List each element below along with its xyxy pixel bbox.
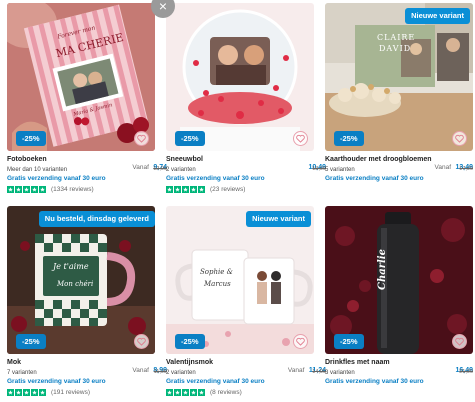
price-prefix: Vanaf <box>287 367 305 374</box>
old-price: 13,99 <box>312 166 326 172</box>
price-prefix: Vanaf <box>434 164 452 171</box>
star-icon <box>7 185 14 193</box>
shipping-info: Gratis verzending vanaf 30 euro <box>7 378 106 385</box>
shipping-info: Gratis verzending vanaf 30 euro <box>325 175 424 182</box>
new-variant-badge: Nieuwe variant <box>246 211 311 227</box>
discount-badge: -25% <box>16 333 46 349</box>
bottle-image <box>325 206 473 354</box>
product-image[interactable]: -25% <box>166 3 314 151</box>
product-image[interactable]: Je t'aime Mon chéri Nu besteld, dinsdag … <box>7 206 155 354</box>
heart-icon[interactable] <box>134 131 149 146</box>
shipping-info: Gratis verzending vanaf 30 euro <box>325 378 424 385</box>
star-icon <box>31 388 38 396</box>
product-info: Mok Vanaf 8,99 11,99 7 varianten Gratis … <box>7 359 167 397</box>
mug-text-1: Je t'aime <box>53 262 89 271</box>
price-prefix: Vanaf <box>132 367 149 374</box>
review-count[interactable]: (8 reviews) <box>210 389 242 396</box>
product-info: Drinkfles met naam 16,49 21,99 3 variant… <box>325 359 473 387</box>
old-price: 17,99 <box>459 166 473 172</box>
heart-icon[interactable] <box>293 131 308 146</box>
star-icon <box>39 388 46 396</box>
star-icon <box>190 185 197 193</box>
star-icon <box>39 185 46 193</box>
product-title[interactable]: Drinkfles met naam <box>325 359 390 366</box>
card-text-2: DAVID <box>379 44 412 53</box>
product-image[interactable]: Sophie & Marcus Nieuwe variant -25% <box>166 206 314 354</box>
star-icon <box>190 388 197 396</box>
star-icon <box>182 185 189 193</box>
old-price: 21,99 <box>459 369 473 375</box>
card-text-1: CLAIRE <box>377 33 416 42</box>
bottle-text: Charlie <box>377 249 388 290</box>
star-icon <box>182 388 189 396</box>
heart-icon[interactable] <box>452 131 467 146</box>
star-icon <box>198 388 205 396</box>
trustpilot-rating: (8 reviews) <box>166 387 326 397</box>
old-price: 14,99 <box>312 369 326 375</box>
shipping-info: Gratis verzending vanaf 30 euro <box>166 378 265 385</box>
trustpilot-rating: (1334 reviews) <box>7 184 167 194</box>
review-count[interactable]: (1334 reviews) <box>51 186 94 193</box>
new-variant-badge: Nieuwe variant <box>405 8 470 24</box>
star-icon <box>15 388 22 396</box>
product-title[interactable]: Valentijnsmok <box>166 359 213 366</box>
heart-icon[interactable] <box>134 334 149 349</box>
star-icon <box>15 185 22 193</box>
review-count[interactable]: (191 reviews) <box>51 389 90 396</box>
star-icon <box>23 388 30 396</box>
discount-badge: -25% <box>175 333 205 349</box>
delivery-badge: Nu besteld, dinsdag geleverd <box>38 211 155 227</box>
star-icon <box>174 388 181 396</box>
star-icon <box>31 185 38 193</box>
product-grid: × MA CHERIE Forever mon Maria & Jasmin -… <box>0 0 475 402</box>
snowglobe-image <box>166 3 314 151</box>
mug-text-2: Marcus <box>204 280 231 288</box>
star-icon <box>7 388 14 396</box>
shipping-info: Gratis verzending vanaf 30 euro <box>166 175 265 182</box>
variants-count: 3 varianten <box>325 370 355 376</box>
old-price: 11,99 <box>153 369 167 375</box>
discount-badge: -25% <box>175 130 205 146</box>
product-info: Valentijnsmok Vanaf 11,24 14,99 2 varian… <box>166 359 326 397</box>
variants-count: 2 varianten <box>166 167 196 173</box>
product-image[interactable]: Charlie -25% <box>325 206 473 354</box>
price-prefix: Vanaf <box>132 164 149 171</box>
star-icon <box>23 185 30 193</box>
star-icon <box>174 185 181 193</box>
product-title[interactable]: Mok <box>7 359 21 366</box>
mug-text-1: Sophie & <box>200 268 233 276</box>
discount-badge: -25% <box>16 130 46 146</box>
product-image[interactable]: CLAIRE DAVID Nieuwe variant -25% <box>325 3 473 151</box>
product-info: Sneeuwbol 10,49 13,99 2 varianten Gratis… <box>166 156 326 194</box>
photobook-image <box>7 3 155 151</box>
product-image[interactable]: MA CHERIE Forever mon Maria & Jasmin -25… <box>7 3 155 151</box>
product-info: Kaarthouder met droogbloemen Vanaf 13,49… <box>325 156 473 184</box>
heart-icon[interactable] <box>293 334 308 349</box>
mug-text-2: Mon chéri <box>57 280 94 288</box>
discount-badge: -25% <box>334 130 364 146</box>
product-info: Fotoboeken Vanaf 9,74 12,99 Meer dan 10 … <box>7 156 167 194</box>
product-title[interactable]: Fotoboeken <box>7 156 47 163</box>
valentine-mug-image <box>166 206 314 354</box>
star-icon <box>166 185 173 193</box>
product-title[interactable]: Kaarthouder met droogbloemen <box>325 156 432 163</box>
product-title[interactable]: Sneeuwbol <box>166 156 203 163</box>
star-icon <box>198 185 205 193</box>
discount-badge: -25% <box>334 333 364 349</box>
cardholder-image <box>325 3 473 151</box>
shipping-info: Gratis verzending vanaf 30 euro <box>7 175 106 182</box>
review-count[interactable]: (23 reviews) <box>210 186 245 193</box>
trustpilot-rating: (191 reviews) <box>7 387 167 397</box>
trustpilot-rating: (23 reviews) <box>166 184 326 194</box>
heart-icon[interactable] <box>452 334 467 349</box>
old-price: 12,99 <box>153 166 167 172</box>
star-icon <box>166 388 173 396</box>
